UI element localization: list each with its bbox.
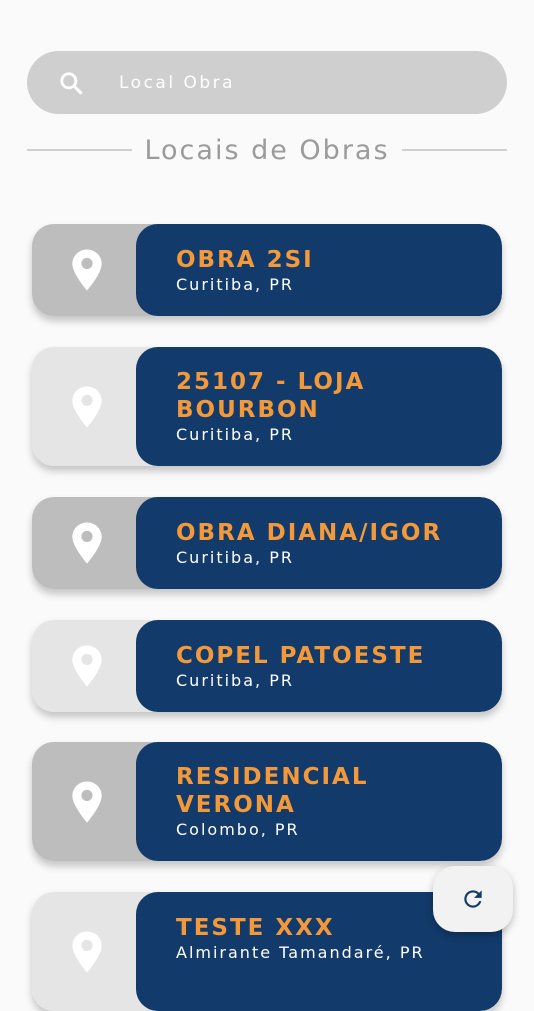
location-pin-icon [72,522,102,564]
refresh-button[interactable] [433,866,513,932]
obra-info: 25107 - LOJA BOURBON Curitiba, PR [136,347,502,466]
location-pin-icon [72,385,102,428]
obra-city: Curitiba, PR [176,547,294,567]
obra-card[interactable]: RESIDENCIAL VERONA Colombo, PR [32,742,502,861]
section-header: Locais de Obras [27,130,508,170]
obra-name: RESIDENCIAL VERONA [176,764,369,818]
obra-card[interactable]: TESTE xxx Almirante Tamandaré, PR [32,892,502,1011]
location-pin-icon [72,645,102,687]
section-title: Locais de Obras [144,134,390,166]
obra-name: 25107 - LOJA BOURBON [176,369,366,423]
search-input[interactable] [119,51,479,114]
obra-name: COPEL PATOESTE [176,642,426,669]
obra-city: Curitiba, PR [176,274,294,294]
location-pin-icon [72,780,102,823]
refresh-icon [464,890,482,908]
divider-left [27,149,133,151]
obra-card[interactable]: OBRA 2SI Curitiba, PR [32,224,502,316]
search-icon [60,72,83,95]
divider-right [401,149,508,151]
obra-city: Colombo, PR [176,820,300,839]
obra-name: OBRA 2SI [176,246,314,273]
location-pin-icon [72,249,102,291]
obra-card[interactable]: 25107 - LOJA BOURBON Curitiba, PR [32,347,502,466]
obra-name: OBRA DIANA/IGOR [176,519,443,546]
search-bar[interactable] [27,51,507,114]
obra-city: Almirante Tamandaré, PR [176,943,425,962]
obra-card[interactable]: COPEL PATOESTE Curitiba, PR [32,620,502,712]
obra-info: OBRA DIANA/IGOR Curitiba, PR [136,497,502,589]
obra-info: RESIDENCIAL VERONA Colombo, PR [136,742,502,861]
obra-info: COPEL PATOESTE Curitiba, PR [136,620,502,712]
obra-info: OBRA 2SI Curitiba, PR [136,224,502,316]
location-pin-icon [72,930,102,973]
obra-card[interactable]: OBRA DIANA/IGOR Curitiba, PR [32,497,502,589]
obra-city: Curitiba, PR [176,425,294,444]
obra-city: Curitiba, PR [176,670,294,690]
